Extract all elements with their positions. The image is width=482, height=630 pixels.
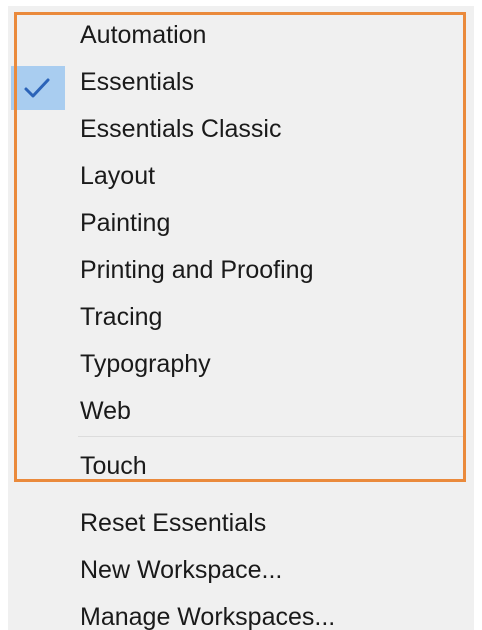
menu-item-printing-and-proofing[interactable]: Printing and Proofing <box>80 255 313 285</box>
menu-separator <box>78 436 466 437</box>
workspace-menu: Automation Essentials Essentials Classic… <box>8 6 474 630</box>
menu-item-touch[interactable]: Touch <box>80 451 147 481</box>
menu-item-web[interactable]: Web <box>80 396 131 426</box>
menu-action-new-workspace[interactable]: New Workspace... <box>80 555 282 585</box>
menu-item-essentials[interactable]: Essentials <box>80 67 194 97</box>
selected-indicator <box>11 66 65 110</box>
menu-action-reset-essentials[interactable]: Reset Essentials <box>80 508 266 538</box>
menu-item-layout[interactable]: Layout <box>80 161 155 191</box>
menu-item-tracing[interactable]: Tracing <box>80 302 162 332</box>
menu-item-automation[interactable]: Automation <box>80 20 206 50</box>
menu-item-painting[interactable]: Painting <box>80 208 170 238</box>
menu-action-manage-workspaces[interactable]: Manage Workspaces... <box>80 602 335 630</box>
menu-item-typography[interactable]: Typography <box>80 349 211 379</box>
check-icon <box>24 78 50 98</box>
menu-item-essentials-classic[interactable]: Essentials Classic <box>80 114 281 144</box>
